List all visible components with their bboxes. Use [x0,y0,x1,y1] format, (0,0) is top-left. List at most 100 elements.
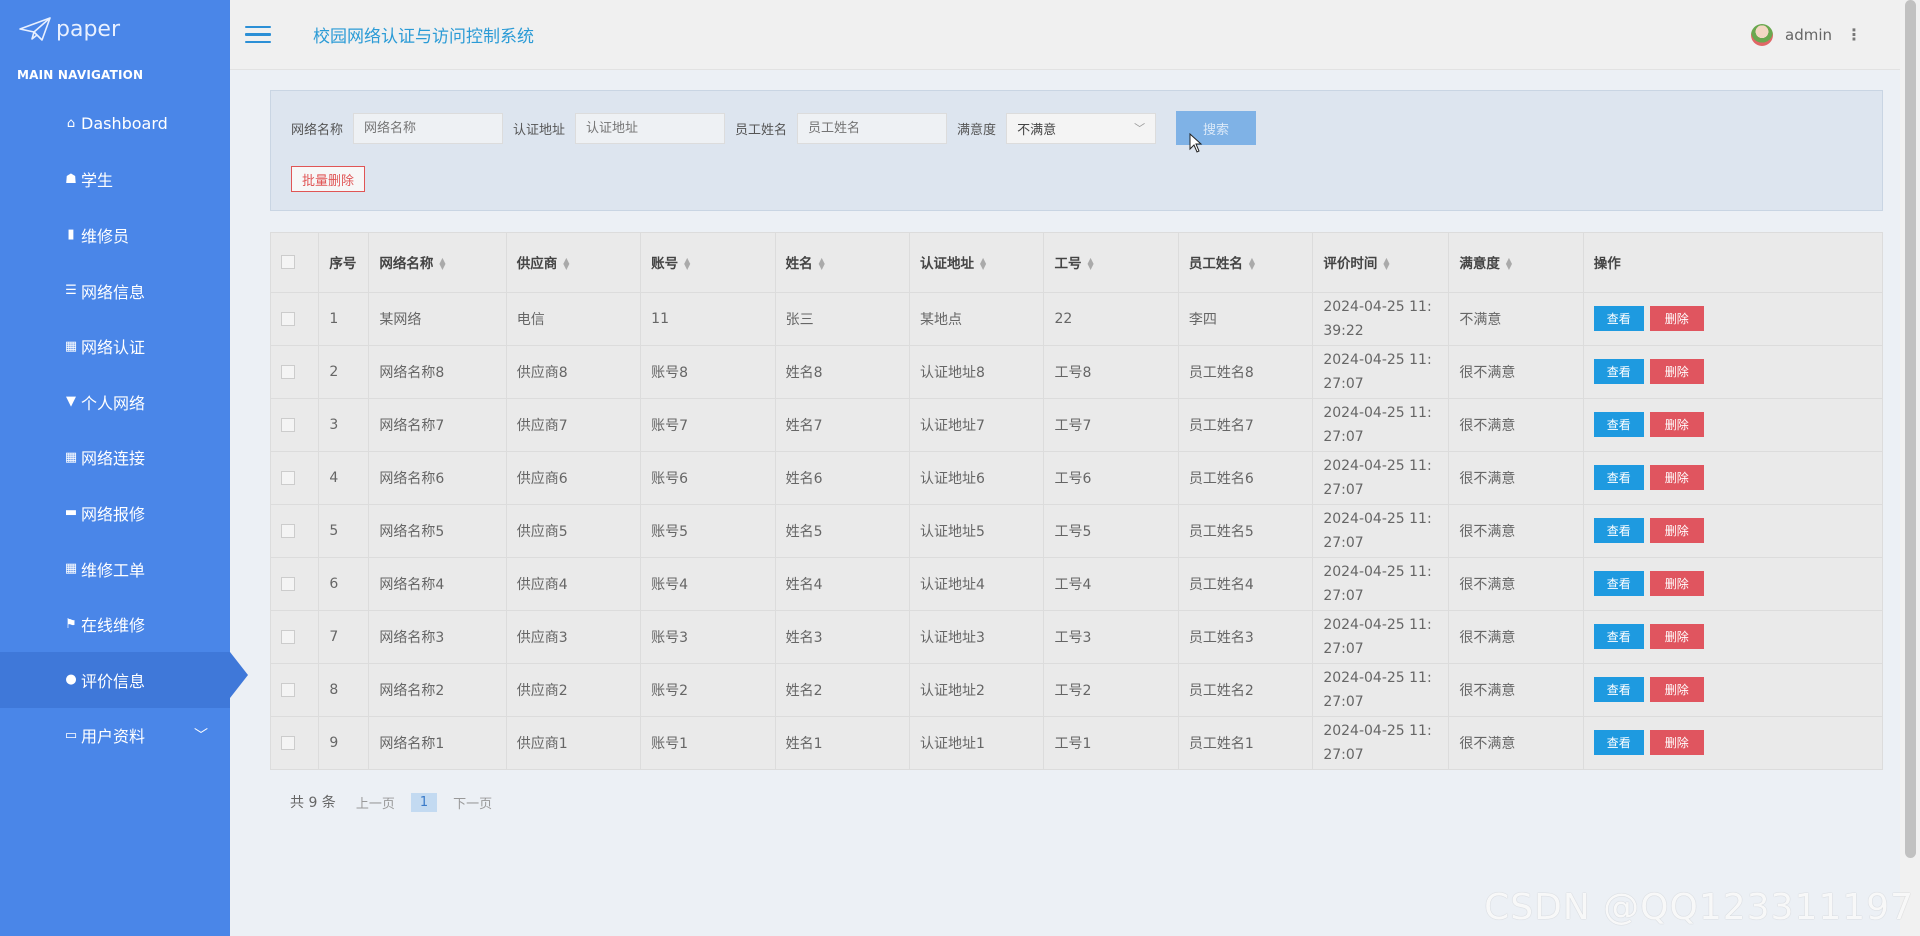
sort-icon[interactable]: ▲ ▼ [1506,257,1512,271]
row-checkbox[interactable] [281,523,295,538]
sidebar-item-2[interactable]: ▮ 维修员 [0,207,230,263]
menu-toggle-icon[interactable] [245,21,271,49]
cell-value: 8 [329,681,339,698]
delete-button[interactable]: 删除 [1649,571,1704,596]
view-button[interactable]: 查看 [1593,624,1644,649]
user-icon: ● [65,672,77,688]
view-button[interactable]: 查看 [1593,518,1644,543]
batch-delete-button[interactable]: 批量删除 [291,166,366,192]
delete-button[interactable]: 删除 [1649,306,1704,331]
column-header[interactable]: 网络名称 ▲ ▼ [368,233,507,293]
staff-name-input[interactable] [797,112,948,144]
delete-button[interactable]: 删除 [1649,624,1704,649]
sidebar-item-5[interactable]: ▼ 个人网络 [0,374,230,430]
cell-actions: 查看 删除 [1583,557,1882,611]
column-header-label: 姓名 [785,256,813,273]
grid-icon: ▦ [64,561,78,577]
sidebar-item-3[interactable]: ☰ 网络信息 [0,263,230,319]
sort-icon[interactable]: ▲ ▼ [684,257,690,271]
flag-icon: ⚑ [65,616,77,632]
network-name-input[interactable] [353,112,504,144]
sidebar-item-4[interactable]: ▦ 网络认证 [0,318,230,374]
cell-name: 姓名1 [775,716,911,769]
column-header-label: 满意度 [1459,256,1500,273]
column-header[interactable]: 评价时间 ▲ ▼ [1312,233,1450,293]
cell-addr: 认证地址7 [909,398,1045,452]
sidebar-item-label: 网络认证 [81,338,146,358]
delete-button[interactable]: 删除 [1649,677,1704,702]
sort-icon[interactable]: ▲ ▼ [1087,257,1093,271]
delete-button[interactable]: 删除 [1649,730,1704,756]
satisfaction-select[interactable]: 不满意 ﹀ [1006,112,1157,144]
row-checkbox[interactable] [281,470,295,485]
cell-value: 认证地址5 [920,523,985,540]
column-header-label: 账号 [651,256,679,273]
cell-addr: 认证地址4 [909,557,1045,611]
delete-button[interactable]: 删除 [1649,518,1704,543]
view-button[interactable]: 查看 [1593,677,1644,702]
column-header[interactable]: 工号 ▲ ▼ [1043,233,1179,293]
avatar[interactable] [1751,23,1773,46]
sidebar-item-label: Dashboard [81,114,168,134]
view-button[interactable]: 查看 [1593,359,1644,384]
column-header[interactable]: 满意度 ▲ ▼ [1448,233,1584,293]
view-button[interactable]: 查看 [1593,730,1644,756]
prev-page-link[interactable]: 上一页 [356,793,395,812]
sidebar-item-1[interactable]: ☗ 学生 [0,152,230,208]
sort-icon[interactable]: ▲ ▼ [1249,257,1255,271]
row-checkbox[interactable] [281,682,295,697]
cell-actions: 查看 删除 [1583,398,1882,452]
row-checkbox[interactable] [281,629,295,644]
username[interactable]: admin [1785,26,1832,44]
sort-icon[interactable]: ▲ ▼ [563,257,569,271]
row-checkbox[interactable] [281,576,295,591]
row-checkbox[interactable] [281,735,295,750]
sidebar-item-6[interactable]: ▦ 网络连接 [0,430,230,486]
table-row: 6 网络名称4 供应商4 账号4 姓名4 认证地址4 工号4 员工姓名4 2024-04-25 … [271,557,1882,611]
table-row: 3 网络名称7 供应商7 账号7 姓名7 认证地址7 工号7 员工姓名7 2024-04-25 … [271,398,1882,452]
user-menu[interactable]: admin ⋮ [1751,23,1862,46]
column-header[interactable]: 员工姓名 ▲ ▼ [1178,233,1314,293]
view-button[interactable]: 查看 [1593,306,1644,331]
row-checkbox[interactable] [281,311,295,326]
delete-button[interactable]: 删除 [1649,359,1704,384]
sort-icon[interactable]: ▲ ▼ [819,257,825,271]
sidebar-item-8[interactable]: ▦ 维修工单 [0,541,230,597]
row-checkbox[interactable] [281,417,295,432]
more-vertical-icon[interactable]: ⋮ [1846,25,1862,44]
cell-addr: 认证地址5 [909,504,1045,558]
cell-value: 认证地址4 [920,576,985,593]
sort-icon[interactable]: ▲ ▼ [439,257,445,271]
scrollbar-thumb[interactable] [1905,0,1916,858]
cell-value: 工号8 [1054,364,1092,381]
chevron-down-icon: ﹀ [194,728,208,745]
auth-addr-input[interactable] [575,112,726,144]
sidebar-item-7[interactable]: ▬ 网络报修 [0,485,230,541]
vertical-scrollbar[interactable] [1900,0,1920,936]
sidebar-item-10[interactable]: ● 评价信息 [0,651,248,708]
view-button[interactable]: 查看 [1593,465,1644,490]
sort-icon[interactable]: ▲ ▼ [1383,257,1389,271]
column-header[interactable]: 账号 ▲ ▼ [640,233,776,293]
cell-network: 网络名称4 [368,557,507,611]
view-button[interactable]: 查看 [1593,571,1644,596]
select-all-checkbox[interactable] [281,255,295,270]
view-button[interactable]: 查看 [1593,412,1644,437]
sidebar-item-11[interactable]: ▭ 用户资料 ﹀ [0,708,230,764]
table-row: 8 网络名称2 供应商2 账号2 姓名2 认证地址2 工号2 员工姓名2 2024-04-25 … [271,663,1882,717]
delete-button[interactable]: 删除 [1649,465,1704,490]
column-header[interactable]: 姓名 ▲ ▼ [775,233,911,293]
sidebar-item-0[interactable]: ⌂ Dashboard [0,96,230,152]
delete-button[interactable]: 删除 [1649,412,1704,437]
cell-name: 姓名4 [775,557,911,611]
column-header[interactable]: 认证地址 ▲ ▼ [909,233,1045,293]
cell-staff_name: 员工姓名8 [1178,345,1314,399]
row-checkbox[interactable] [281,364,295,379]
logo[interactable]: paper [0,0,230,58]
next-page-link[interactable]: 下一页 [453,793,492,812]
satisfaction-label: 满意度 [957,122,997,138]
column-header[interactable]: 供应商 ▲ ▼ [506,233,642,293]
sort-icon[interactable]: ▲ ▼ [980,257,986,271]
sidebar-item-9[interactable]: ⚑ 在线维修 [0,596,230,652]
current-page[interactable]: 1 [410,792,438,812]
